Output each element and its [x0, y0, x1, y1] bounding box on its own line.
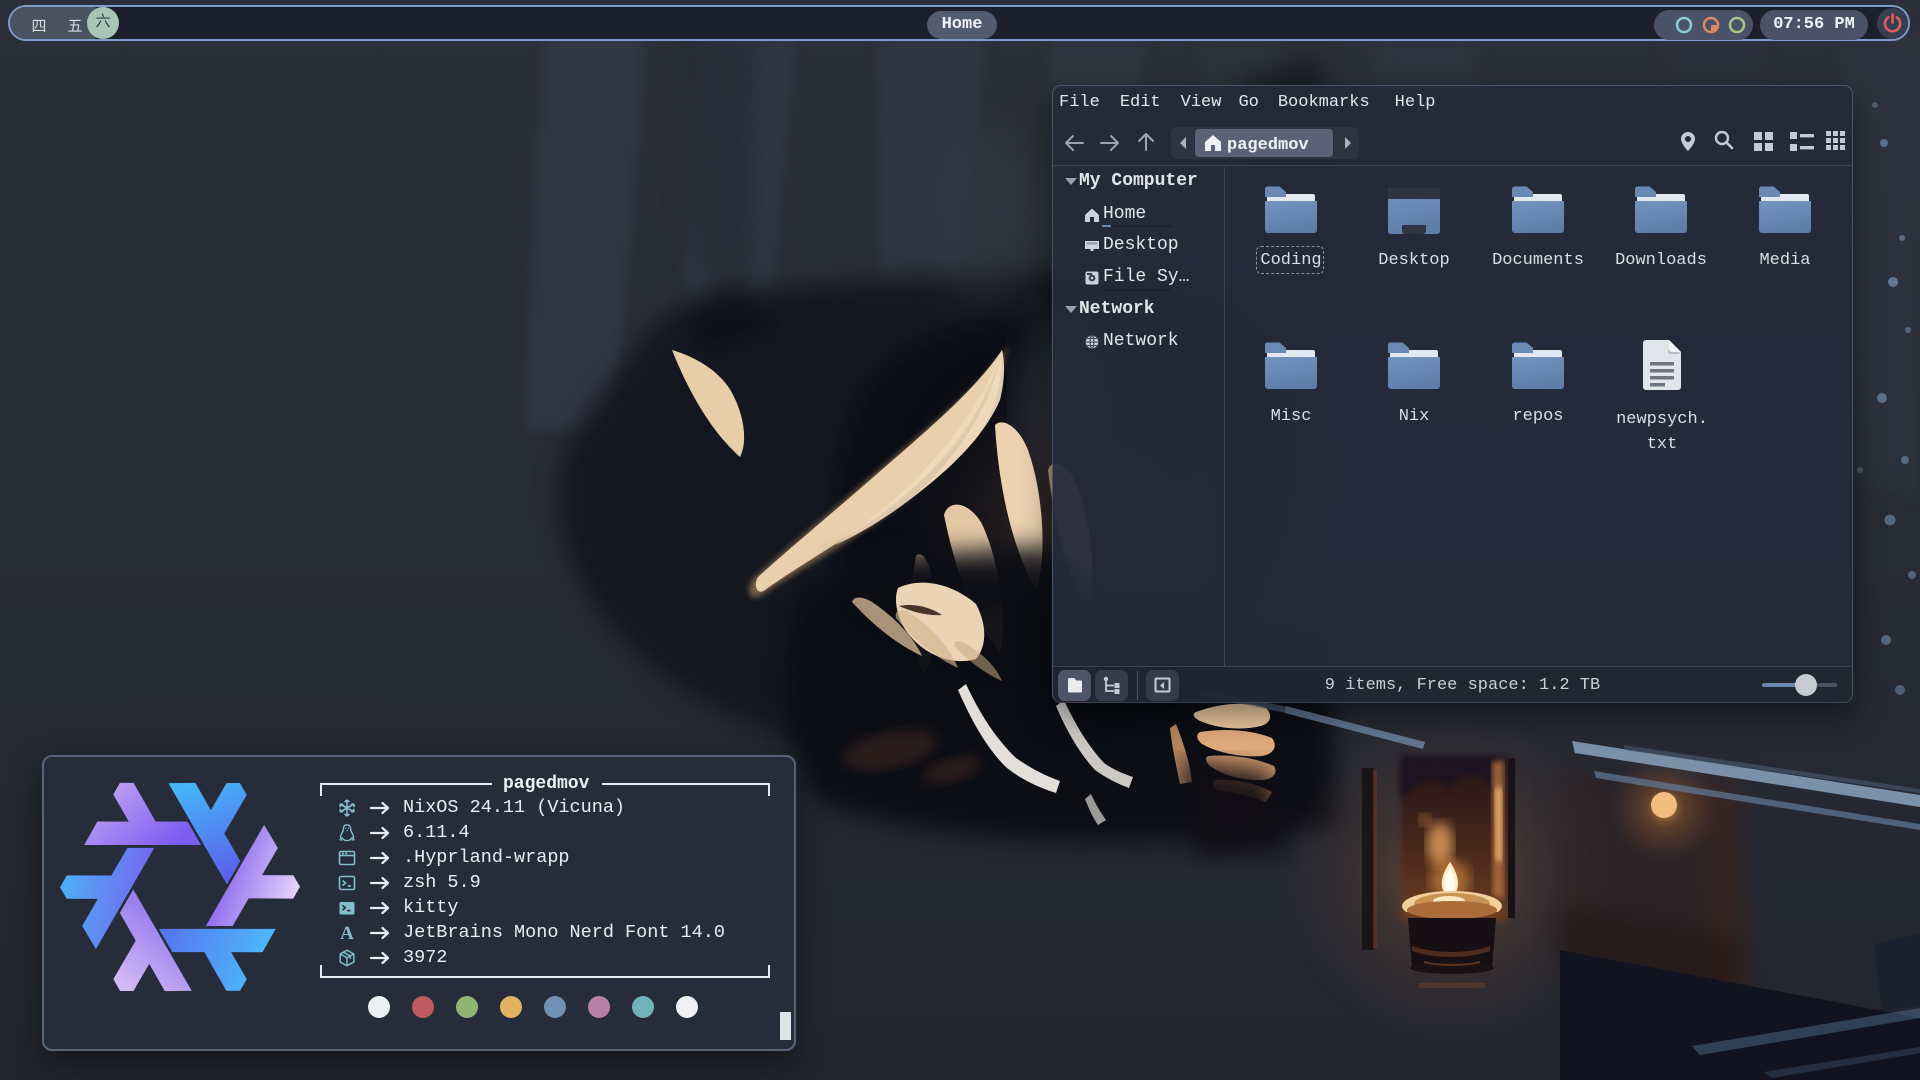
svg-text:A: A: [340, 923, 354, 943]
svg-text:pagedmov: pagedmov: [1227, 136, 1309, 155]
